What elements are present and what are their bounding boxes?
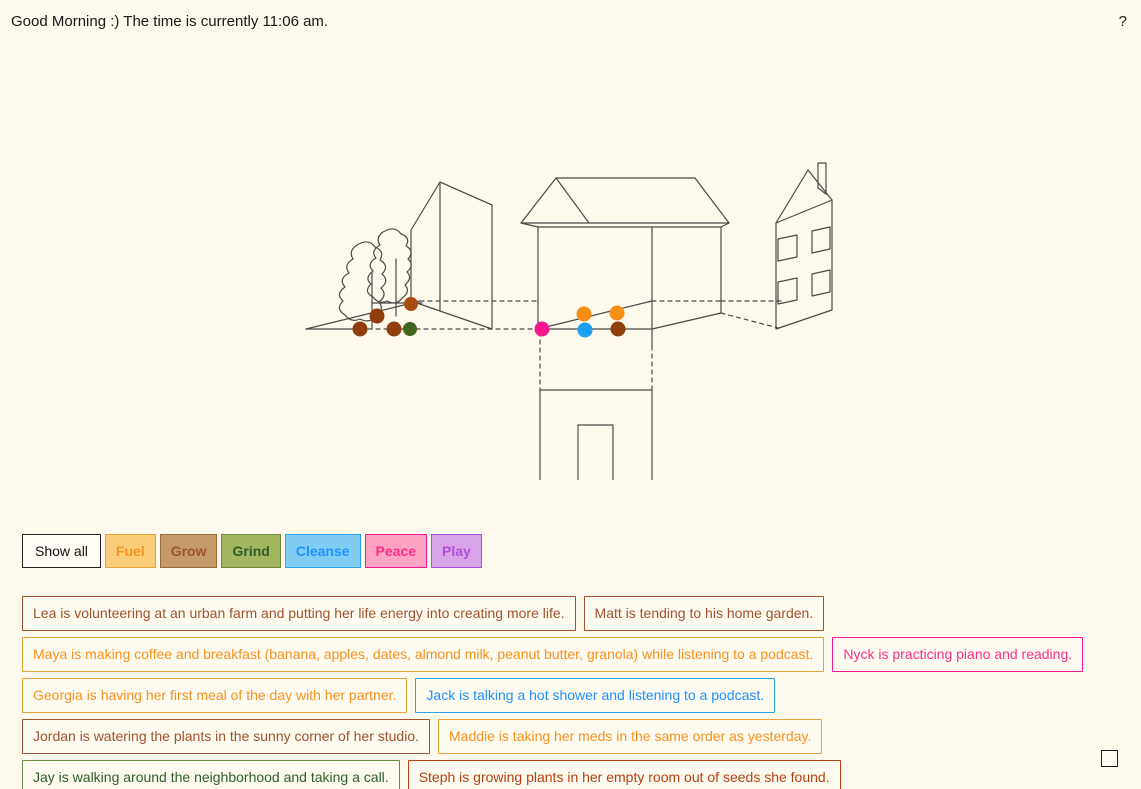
filter-button-cleanse[interactable]: Cleanse xyxy=(284,534,361,568)
right-house-front xyxy=(775,199,833,330)
ground-line-right xyxy=(720,312,783,330)
activity-card[interactable]: Jay is walking around the neighborhood a… xyxy=(22,760,400,789)
corner-checkbox[interactable] xyxy=(1101,750,1118,767)
right-house-roof xyxy=(775,169,833,224)
filter-button-peace[interactable]: Peace xyxy=(364,534,428,568)
right-house-window-4 xyxy=(811,269,831,297)
dot-grow-left-mid[interactable] xyxy=(369,308,385,324)
category-filter-bar: Show all Fuel Grow Grind Cleanse Peace Play xyxy=(22,534,482,568)
dot-grow-center[interactable] xyxy=(610,321,626,337)
activity-card[interactable]: Maya is making coffee and breakfast (ban… xyxy=(22,637,825,672)
left-house-roof-left xyxy=(410,181,441,302)
right-house-window-2 xyxy=(811,226,831,254)
activity-card[interactable]: Steph is growing plants in her empty roo… xyxy=(407,760,841,789)
activity-card[interactable]: Nyck is practicing piano and reading. xyxy=(832,637,1084,672)
right-house-window-3 xyxy=(777,277,798,305)
activity-card[interactable]: Georgia is having her first meal of the … xyxy=(22,678,408,713)
filter-button-fuel[interactable]: Fuel xyxy=(104,534,156,568)
activity-card[interactable]: Maddie is taking her meds in the same or… xyxy=(438,719,823,754)
filter-button-show-all[interactable]: Show all xyxy=(22,534,101,568)
dot-grow-left-low-1[interactable] xyxy=(352,321,368,337)
activity-card[interactable]: Matt is tending to his home garden. xyxy=(583,596,825,631)
dot-fuel-center-2[interactable] xyxy=(609,305,625,321)
greeting-text: Good Morning :) The time is currently 11… xyxy=(11,13,329,30)
dot-grow-left-low-2[interactable] xyxy=(386,321,402,337)
right-house-window-1 xyxy=(777,234,798,262)
header-bar: Good Morning :) The time is currently 11… xyxy=(0,0,1141,44)
activity-card[interactable]: Jack is talking a hot shower and listeni… xyxy=(415,678,776,713)
center-house-base-right xyxy=(651,312,722,330)
center-house-floor-back xyxy=(537,300,653,330)
dot-grind-left[interactable] xyxy=(403,322,417,336)
dot-cleanse-center[interactable] xyxy=(577,322,593,338)
filter-button-grind[interactable]: Grind xyxy=(221,534,281,568)
activity-card[interactable]: Jordan is watering the plants in the sun… xyxy=(22,719,430,754)
filter-button-play[interactable]: Play xyxy=(431,534,482,568)
left-house-ridge xyxy=(439,181,493,206)
left-house-front xyxy=(439,181,493,330)
help-icon[interactable]: ? xyxy=(1119,13,1127,31)
tree-2-crown xyxy=(366,228,412,304)
dot-fuel-center-1[interactable] xyxy=(576,306,592,322)
lower-room-with-doorway xyxy=(539,389,653,480)
activity-card-list: Lea is volunteering at an urban farm and… xyxy=(22,596,1122,789)
dot-grow-left-upper[interactable] xyxy=(404,297,418,311)
center-house-base-front xyxy=(537,328,653,347)
activity-card[interactable]: Lea is volunteering at an urban farm and… xyxy=(22,596,576,631)
center-house-roof-left xyxy=(520,177,590,224)
filter-button-grow[interactable]: Grow xyxy=(159,534,218,568)
dot-peace-center[interactable] xyxy=(534,321,550,337)
neighborhood-illustration xyxy=(0,60,1141,480)
center-house-roof-top xyxy=(555,177,730,224)
